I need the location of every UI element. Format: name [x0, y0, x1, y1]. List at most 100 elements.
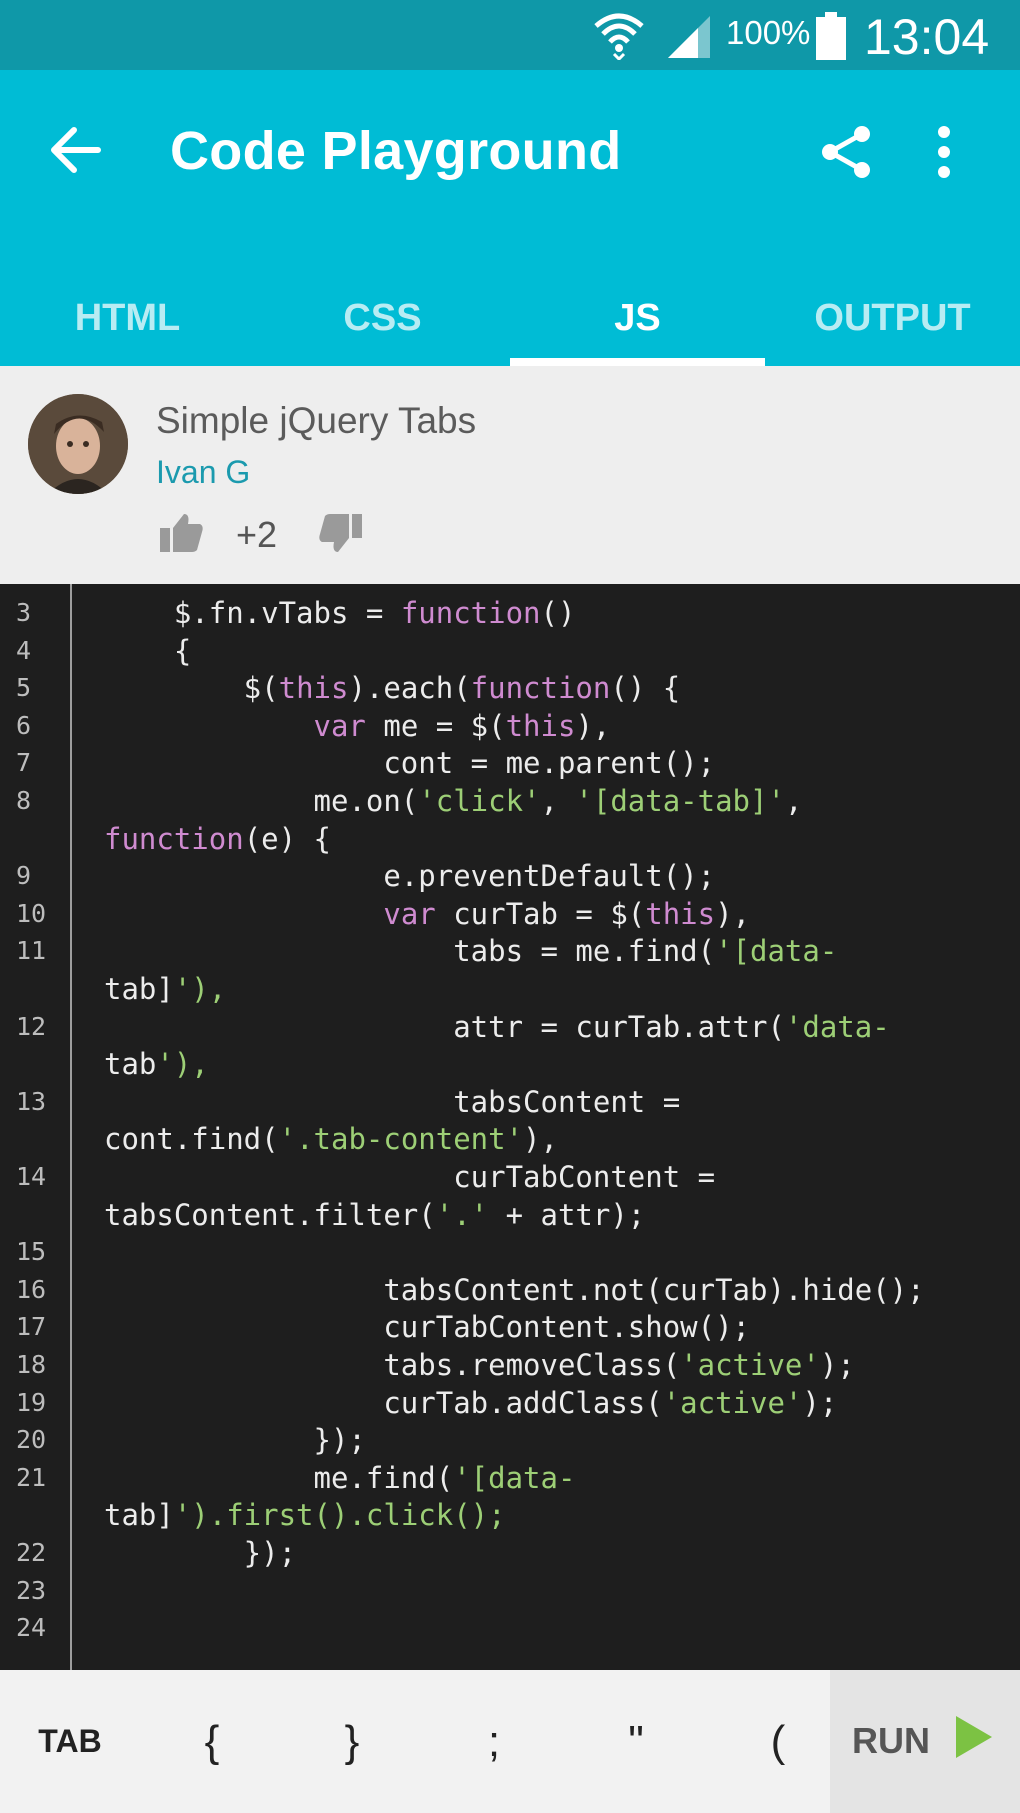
- code-text: $.fn.vTabs = function(): [104, 596, 576, 630]
- code-text: tab'),: [104, 1047, 209, 1082]
- code-line: function(e) {: [0, 820, 1020, 858]
- avatar[interactable]: [28, 394, 128, 494]
- page-title: Code Playground: [170, 121, 622, 181]
- code-line: 13 tabsContent =: [0, 1083, 1020, 1121]
- back-arrow-icon[interactable]: [50, 126, 102, 179]
- code-line: 3 $.fn.vTabs = function(): [0, 594, 1020, 632]
- code-text: {: [104, 633, 192, 668]
- code-line: 5 $(this).each(function() {: [0, 669, 1020, 707]
- code-line: tab'),: [0, 1045, 1020, 1083]
- line-number: 15: [16, 1237, 47, 1267]
- line-number: 3: [16, 598, 32, 627]
- code-text: curTab.addClass('active');: [104, 1385, 838, 1420]
- key-tab[interactable]: TAB: [20, 1670, 120, 1813]
- code-text: cont = me.parent();: [104, 746, 716, 781]
- code-line: 16 tabsContent.not(curTab).hide();: [0, 1271, 1020, 1309]
- keyboard-shortcut-bar: TAB { } ; " ( RUN: [0, 1670, 1020, 1813]
- more-vert-icon[interactable]: [932, 124, 956, 185]
- code-line: 21 me.find('[data-: [0, 1459, 1020, 1497]
- code-line: 10 var curTab = $(this),: [0, 895, 1020, 933]
- line-number: 19: [16, 1387, 47, 1417]
- line-number: 6: [16, 710, 32, 740]
- code-line: 24: [0, 1609, 1020, 1647]
- line-number: 22: [16, 1538, 47, 1567]
- line-number: 12: [16, 1011, 47, 1041]
- code-text: tabsContent.filter('.' + attr);: [104, 1197, 646, 1232]
- snippet-header: Simple jQuery Tabs Ivan G +2: [0, 366, 1020, 584]
- code-text: tab]').first().click();: [104, 1498, 506, 1533]
- snippet-title: Simple jQuery Tabs: [156, 400, 477, 441]
- app-bar: Code Playground HTML CSS JS OUTPUT: [0, 70, 1020, 366]
- line-number: 4: [16, 635, 32, 665]
- code-line: tab]').first().click();: [0, 1496, 1020, 1534]
- line-number: 11: [16, 936, 47, 966]
- key-semicolon[interactable]: ;: [444, 1670, 544, 1813]
- wifi-icon: [592, 10, 646, 65]
- tab-bar: HTML CSS JS OUTPUT: [0, 270, 1020, 366]
- code-text: cont.find('.tab-content'),: [104, 1122, 558, 1157]
- code-text: tabs = me.find('[data-: [104, 934, 838, 969]
- line-number: 7: [16, 748, 32, 778]
- clock: 13:04: [864, 9, 990, 65]
- code-text: var curTab = $(this),: [383, 896, 751, 931]
- code-text: curTabContent =: [104, 1160, 716, 1194]
- line-number: 16: [16, 1274, 47, 1304]
- code-line: cont.find('.tab-content'),: [0, 1120, 1020, 1158]
- line-number: 21: [16, 1462, 47, 1492]
- key-close-brace[interactable]: }: [302, 1670, 402, 1813]
- code-line: 22 });: [0, 1534, 1020, 1572]
- tab-js[interactable]: JS: [510, 270, 765, 366]
- key-quote[interactable]: ": [586, 1670, 686, 1813]
- line-number: 18: [16, 1350, 47, 1379]
- thumbs-down-icon[interactable]: [318, 514, 362, 559]
- code-line: 18 tabs.removeClass('active');: [0, 1346, 1020, 1384]
- signal-icon: [664, 10, 714, 65]
- code-text: me.on('click', '[data-tab]',: [104, 784, 803, 818]
- line-number: 13: [16, 1086, 47, 1116]
- play-icon: [952, 1712, 996, 1767]
- code-text: tab]'),: [104, 972, 227, 1006]
- tab-output[interactable]: OUTPUT: [765, 270, 1020, 366]
- code-text: tabsContent =: [104, 1084, 681, 1119]
- code-line: 8 me.on('click', '[data-tab]',: [0, 782, 1020, 820]
- code-text: function(e) {: [104, 821, 331, 856]
- share-icon[interactable]: [818, 124, 874, 185]
- line-number: 8: [16, 786, 32, 815]
- battery-icon: [816, 12, 846, 65]
- code-line: 14 curTabContent =: [0, 1158, 1020, 1196]
- code-line: 4 {: [0, 632, 1020, 670]
- code-text: tabsContent.not(curTab).hide();: [104, 1272, 925, 1307]
- line-number: 20: [16, 1425, 47, 1455]
- code-text: tabs.removeClass('active');: [104, 1348, 855, 1382]
- code-text: attr = curTab.attr('data-: [104, 1009, 890, 1044]
- code-text: $(this).each(function() {: [104, 671, 681, 706]
- code-line: tabsContent.filter('.' + attr);: [0, 1196, 1020, 1234]
- code-line: 11 tabs = me.find('[data-: [0, 932, 1020, 970]
- code-text: me.find('[data-: [104, 1460, 576, 1495]
- code-line: tab]'),: [0, 970, 1020, 1008]
- line-number: 23: [16, 1575, 47, 1605]
- code-line: 19 curTab.addClass('active');: [0, 1384, 1020, 1422]
- thumbs-up-icon[interactable]: [160, 512, 204, 557]
- run-button[interactable]: RUN: [830, 1670, 1020, 1813]
- tab-indicator: [510, 358, 765, 366]
- code-line: 6 var me = $(this),: [0, 707, 1020, 745]
- code-line: 23: [0, 1572, 1020, 1610]
- code-text: });: [104, 1423, 366, 1458]
- line-number: 24: [16, 1613, 47, 1643]
- key-open-brace[interactable]: {: [162, 1670, 262, 1813]
- code-text: curTabContent.show();: [104, 1310, 751, 1345]
- line-number: 14: [16, 1162, 47, 1191]
- key-open-paren[interactable]: (: [728, 1670, 828, 1813]
- run-label: RUN: [852, 1720, 930, 1761]
- author-link[interactable]: Ivan G: [156, 454, 250, 491]
- code-line: 17 curTabContent.show();: [0, 1308, 1020, 1346]
- tab-css[interactable]: CSS: [255, 270, 510, 366]
- line-number: 5: [16, 673, 32, 703]
- code-line: 7 cont = me.parent();: [0, 744, 1020, 782]
- vote-count: +2: [236, 514, 278, 555]
- tab-html[interactable]: HTML: [0, 270, 255, 366]
- line-number: 17: [16, 1312, 47, 1342]
- status-bar: 100% 13:04: [0, 0, 1020, 70]
- code-editor[interactable]: 3 $.fn.vTabs = function() 4 {5 $(this).ea…: [0, 584, 1020, 1670]
